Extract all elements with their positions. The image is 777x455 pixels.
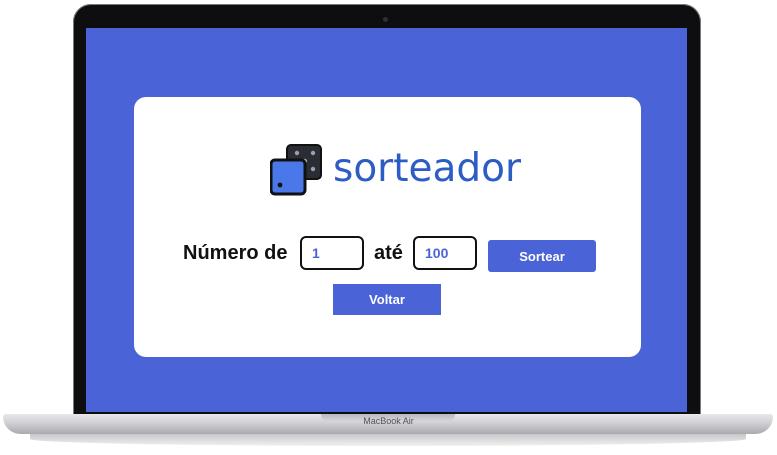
dice-pip xyxy=(310,150,316,156)
dice-pip xyxy=(294,150,300,156)
from-number-input[interactable] xyxy=(300,236,364,270)
dice-icon xyxy=(270,144,322,196)
back-button[interactable]: Voltar xyxy=(333,284,441,315)
laptop-shadow xyxy=(30,432,746,446)
camera-icon xyxy=(383,17,388,22)
from-label: Número de xyxy=(183,242,288,264)
to-number-input[interactable] xyxy=(413,236,477,270)
draw-button[interactable]: Sortear xyxy=(488,240,596,272)
device-brand-label: MacBook Air xyxy=(363,416,414,426)
dice-pip xyxy=(310,166,316,172)
to-label: até xyxy=(374,242,403,264)
dice-pip xyxy=(277,182,283,188)
main-card xyxy=(134,97,641,357)
app-logo-text: sorteador xyxy=(333,146,522,191)
